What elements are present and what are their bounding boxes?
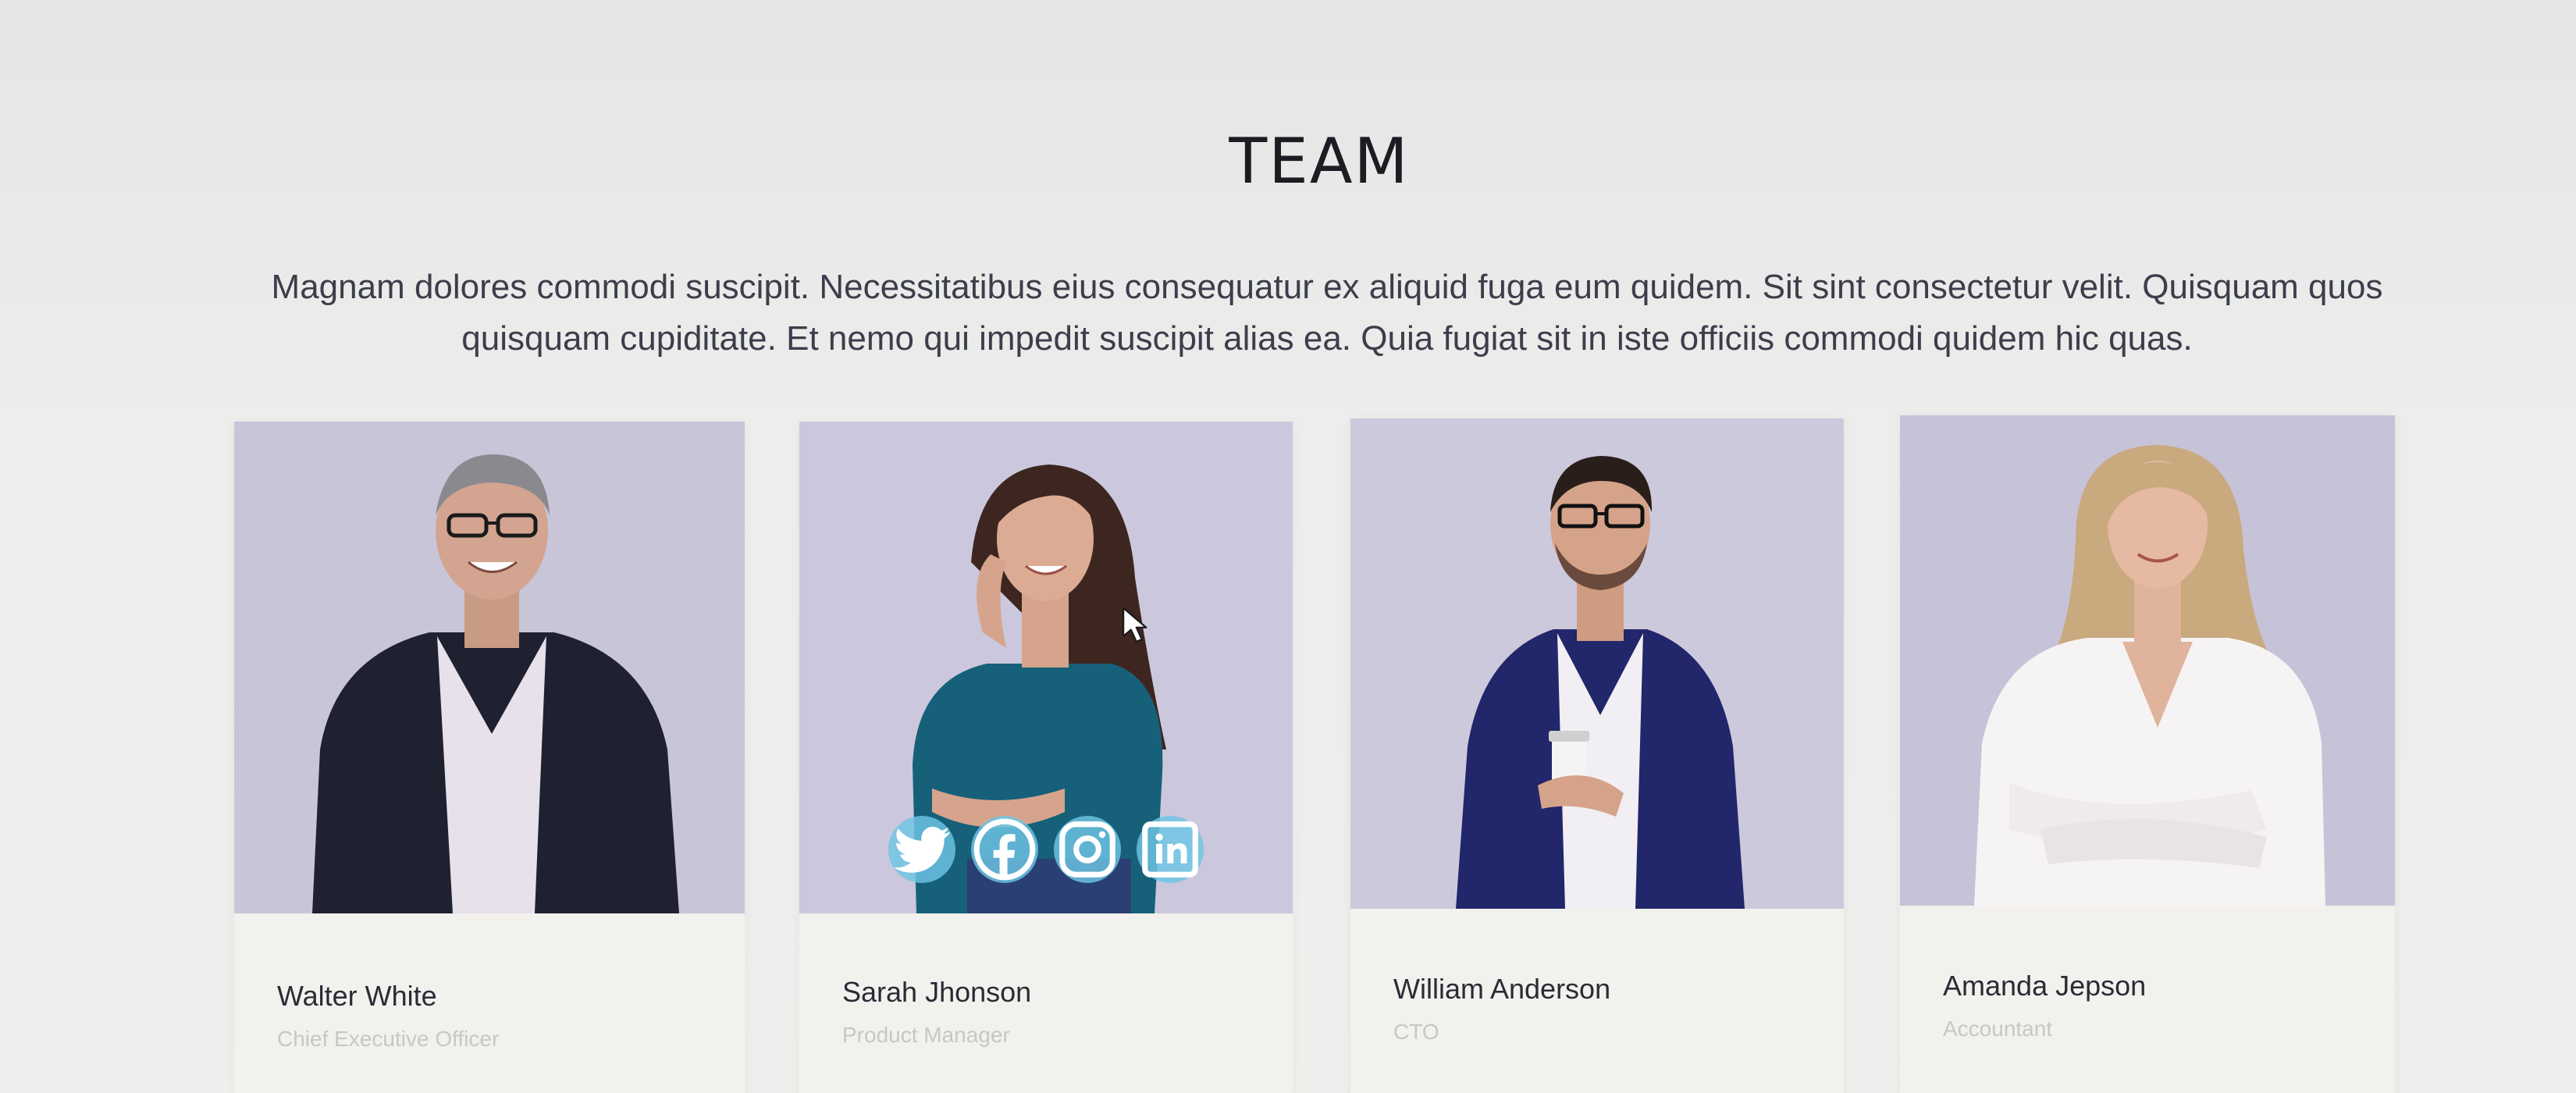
- member-photo: [234, 422, 745, 913]
- member-name: Amanda Jepson: [1943, 970, 2147, 1002]
- member-role: CTO: [1393, 1020, 1439, 1044]
- section-title: TEAM: [1229, 125, 1410, 198]
- instagram-icon: [1059, 821, 1115, 878]
- twitter-icon: [894, 826, 950, 873]
- twitter-button[interactable]: [888, 816, 955, 883]
- member-role: Chief Executive Officer: [277, 1027, 500, 1051]
- facebook-button[interactable]: [971, 816, 1038, 883]
- facebook-icon: [973, 818, 1036, 881]
- member-role: Product Manager: [842, 1023, 1010, 1047]
- member-photo: [1900, 415, 2395, 906]
- social-links: [799, 816, 1293, 883]
- mouse-cursor-icon: [1123, 607, 1147, 643]
- member-name: William Anderson: [1393, 973, 1611, 1005]
- instagram-button[interactable]: [1054, 816, 1121, 883]
- team-member-card[interactable]: William Anderson CTO: [1350, 418, 1844, 1093]
- member-photo: [799, 422, 1293, 913]
- team-member-card[interactable]: Sarah Jhonson Product Manager: [799, 422, 1293, 1093]
- linkedin-icon: [1142, 821, 1198, 878]
- member-name: Walter White: [277, 980, 437, 1012]
- member-role: Accountant: [1943, 1016, 2053, 1041]
- linkedin-button[interactable]: [1137, 816, 1204, 883]
- team-section: TEAM Magnam dolores commodi suscipit. Ne…: [0, 0, 2576, 1093]
- team-member-card[interactable]: Amanda Jepson Accountant: [1900, 415, 2395, 1093]
- member-name: Sarah Jhonson: [842, 976, 1032, 1008]
- section-description: Magnam dolores commodi suscipit. Necessi…: [271, 268, 2383, 358]
- member-photo: [1350, 418, 1844, 909]
- team-member-card[interactable]: Walter White Chief Executive Officer: [234, 422, 745, 1093]
